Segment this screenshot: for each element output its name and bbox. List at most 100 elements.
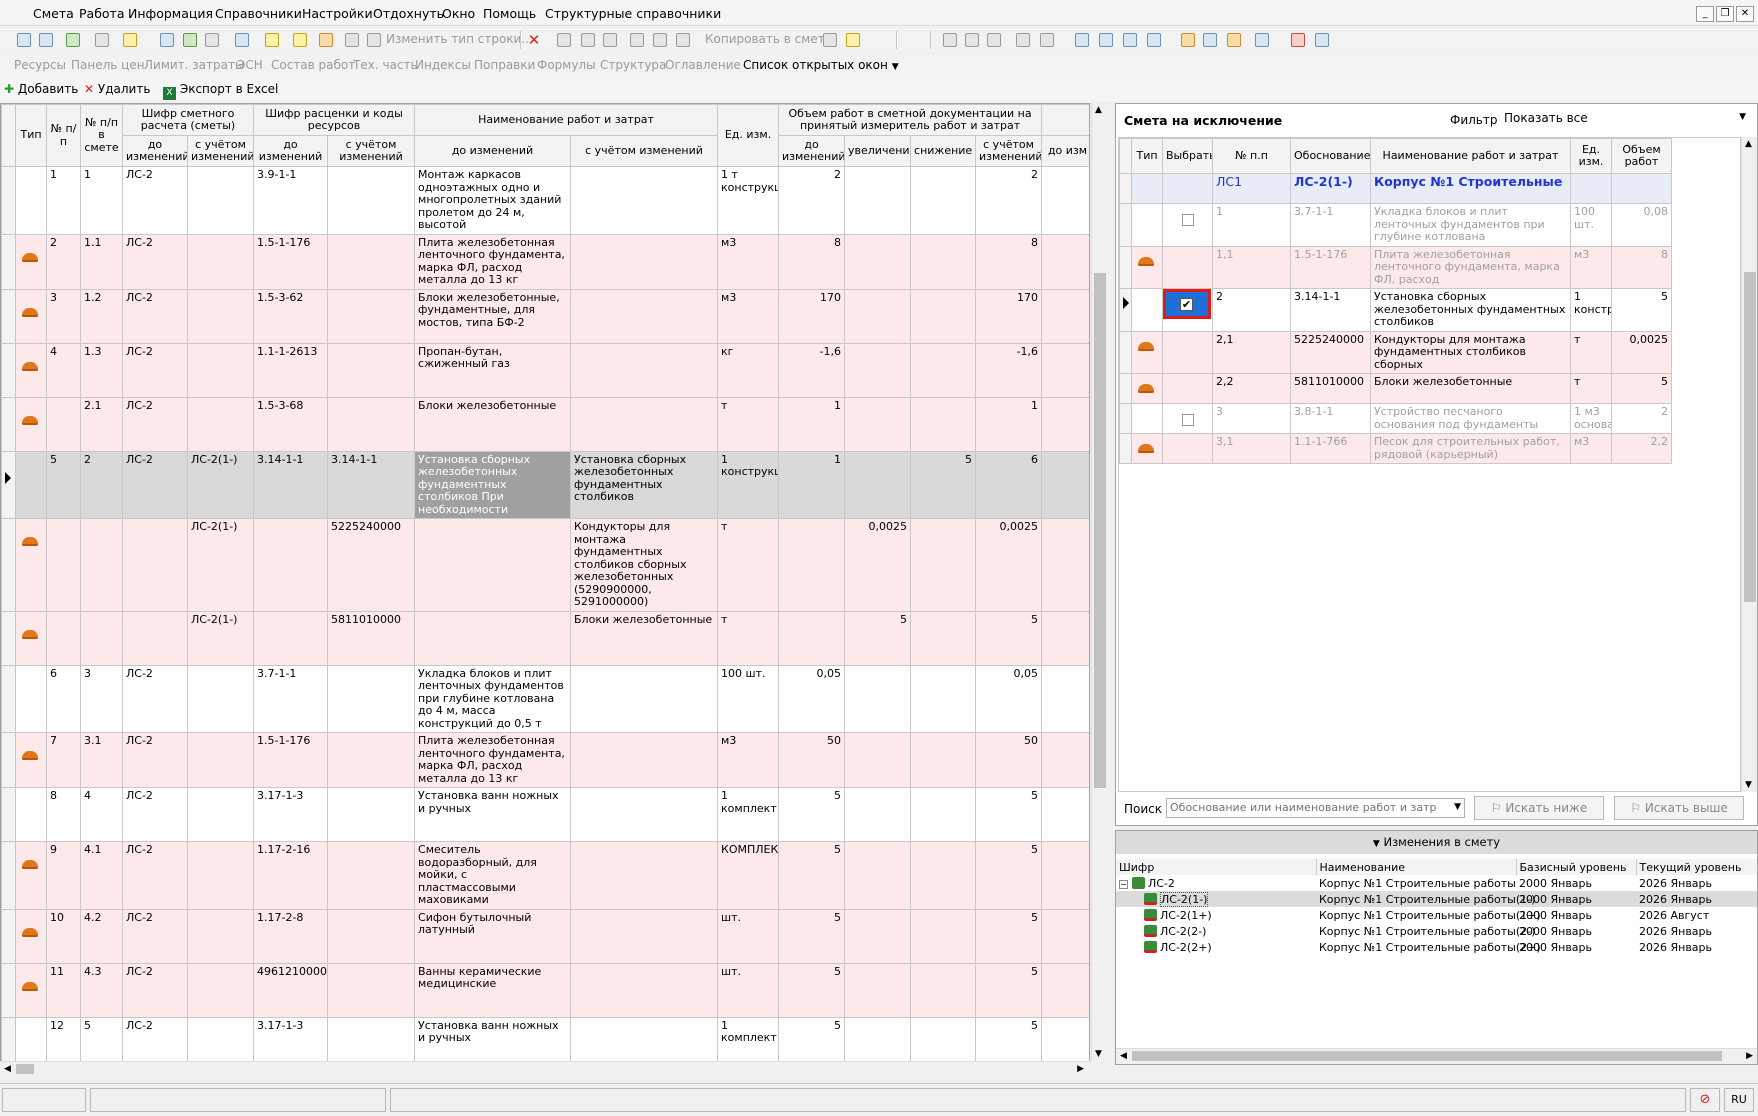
cell-volume-before[interactable]: 50	[778, 732, 846, 788]
row-indicator[interactable]	[1, 518, 16, 612]
exclusion-row[interactable]: 2,2 5811010000 Блоки железобетонные т 5	[1119, 373, 1672, 404]
cell-unit[interactable]: кг	[717, 342, 780, 398]
cell-unit[interactable]: шт.	[717, 908, 780, 964]
cell-price-after[interactable]: 3.14-1-1	[326, 450, 416, 519]
cell-num[interactable]	[46, 518, 81, 612]
type-cell[interactable]	[15, 732, 47, 788]
type-cell[interactable]	[15, 288, 47, 344]
exclusion-row[interactable]: 3,1 1.1-1-766 Песок для строительных работ…	[1119, 433, 1672, 464]
scroll-right-icon[interactable]: ▶	[1746, 1051, 1753, 1061]
cell-increase[interactable]	[844, 908, 912, 964]
cell-estimate-after[interactable]	[187, 288, 254, 344]
cell-name-before[interactable]: Установка ванн ножных и ручных	[414, 787, 572, 842]
search-down-button[interactable]: ⚐ Искать ниже	[1474, 796, 1604, 820]
cell-increase[interactable]	[844, 166, 912, 235]
cell-num[interactable]: 4	[46, 342, 81, 398]
cell-name-after[interactable]	[570, 342, 719, 398]
col-estimate-after[interactable]: с учётом изменений	[187, 135, 254, 167]
r-col-basis[interactable]: Обоснование	[1290, 138, 1371, 174]
r-vol[interactable]: 8	[1611, 245, 1672, 289]
col-type[interactable]: Тип	[15, 104, 47, 167]
cell-price-after[interactable]: 5811010000	[326, 610, 416, 666]
cell-decrease[interactable]	[910, 664, 977, 733]
add-row-icon[interactable]	[14, 30, 34, 50]
tree-item[interactable]: ЛС-2(1-) Корпус №1 Строительные работы(1-…	[1116, 891, 1757, 907]
cell-estimate-before[interactable]: ЛС-2	[122, 664, 188, 733]
type-cell[interactable]	[15, 610, 47, 666]
col-name-before[interactable]: до изменений	[414, 135, 572, 167]
cell-num-in-estimate[interactable]: 4.1	[80, 841, 123, 910]
col-price-before[interactable]: до изменений	[253, 135, 328, 167]
select-checkbox[interactable]	[1181, 414, 1194, 426]
recalc-icon[interactable]	[232, 30, 252, 50]
cell-extra[interactable]	[1041, 233, 1089, 290]
paste-icon[interactable]	[673, 30, 693, 50]
menu-directories[interactable]: Справочники	[215, 6, 302, 21]
r-unit[interactable]: м3	[1570, 245, 1612, 289]
close-icon[interactable]: ✕	[1736, 6, 1754, 22]
cell-increase[interactable]	[844, 233, 912, 290]
r-select[interactable]: ✔	[1162, 288, 1213, 332]
menu-info[interactable]: Информация	[128, 6, 213, 21]
r-basis[interactable]: 3.14-1-1	[1290, 288, 1371, 332]
cell-estimate-after[interactable]	[187, 664, 254, 733]
row-indicator[interactable]	[1, 787, 16, 842]
cell-price-before[interactable]: 1.1-1-2613	[253, 342, 328, 398]
r-name[interactable]: Кондукторы для монтажа фундаментных стол…	[1370, 330, 1571, 374]
cell-estimate-before[interactable]	[122, 610, 188, 666]
cell-volume-after[interactable]: 6	[975, 450, 1043, 519]
cell-volume-before[interactable]: 5	[778, 1016, 846, 1062]
cell-name-before[interactable]: Монтаж каркасов одноэтажных одно и много…	[414, 166, 572, 235]
cell-name-after[interactable]: Блоки железобетонные	[570, 610, 719, 666]
truck-icon[interactable]	[342, 30, 362, 50]
table-row[interactable]: ЛС-2(1-) 5811010000 Блоки железобетонные т 5…	[1, 610, 1089, 666]
r-num[interactable]: 2	[1212, 288, 1291, 332]
cell-name-before[interactable]: Плита железобетонная ленточного фундамен…	[414, 732, 572, 788]
cell-price-after[interactable]	[326, 166, 416, 235]
tab-corrections[interactable]: Поправки	[474, 58, 535, 72]
cell-unit[interactable]: 1 комплект	[717, 1016, 780, 1062]
cell-name-after[interactable]	[570, 732, 719, 788]
cell-volume-before[interactable]: 170	[778, 288, 846, 344]
cell-num-in-estimate[interactable]: 3	[80, 664, 123, 733]
cell-unit[interactable]: м3	[717, 732, 780, 788]
cell-num-in-estimate[interactable]	[80, 610, 123, 666]
cell-unit[interactable]: т	[717, 396, 780, 452]
cell-price-before[interactable]: 1.17-2-8	[253, 908, 328, 964]
tab-structure[interactable]: Структура	[600, 58, 666, 72]
cell-volume-before[interactable]: -1,6	[778, 342, 846, 398]
r-basis[interactable]: 5811010000	[1290, 373, 1371, 404]
cell-estimate-after[interactable]	[187, 962, 254, 1018]
cell-estimate-after[interactable]: ЛС-2(1-)	[187, 450, 254, 519]
group-icon[interactable]	[262, 30, 282, 50]
cell-estimate-before[interactable]: ЛС-2	[122, 1016, 188, 1062]
r-unit[interactable]: 1 м3 основа	[1570, 403, 1612, 434]
menu-rabota[interactable]: Работа	[79, 6, 125, 21]
col-increase[interactable]: увеличение	[844, 135, 912, 167]
cell-estimate-after[interactable]	[187, 908, 254, 964]
cell-estimate-before[interactable]: ЛС-2	[122, 450, 188, 519]
type-cell[interactable]	[15, 908, 47, 964]
minimize-icon[interactable]: _	[1696, 6, 1714, 22]
r-vol[interactable]: 0,0025	[1611, 330, 1672, 374]
r-col-volume[interactable]: Объем работ	[1611, 138, 1672, 174]
cell-increase[interactable]	[844, 664, 912, 733]
scroll-right-icon[interactable]: ▶	[1077, 1064, 1084, 1074]
r-select[interactable]	[1162, 373, 1213, 404]
cell-name-before[interactable]: Плита железобетонная ленточного фундамен…	[414, 233, 572, 290]
cell-unit[interactable]: шт.	[717, 962, 780, 1018]
r-vol[interactable]: 5	[1611, 373, 1672, 404]
r-select[interactable]	[1162, 403, 1213, 434]
menu-settings[interactable]: Настройки	[302, 6, 373, 21]
book-icon[interactable]	[940, 30, 960, 50]
pr-icon[interactable]	[984, 30, 1004, 50]
grid-horizontal-scrollbar[interactable]: ◀ ▶	[0, 1061, 1090, 1077]
menu-structural[interactable]: Структурные справочники	[545, 6, 721, 21]
tab-formulas[interactable]: Формулы	[537, 58, 596, 72]
cut-icon[interactable]	[627, 30, 647, 50]
cell-num-in-estimate[interactable]: 1.3	[80, 342, 123, 398]
r-unit[interactable]: 1 констр	[1570, 288, 1612, 332]
ch-col-code[interactable]: Шифр	[1116, 859, 1317, 875]
type-cell[interactable]	[15, 166, 47, 235]
tab-limit-costs[interactable]: Лимит. затраты	[144, 58, 244, 72]
